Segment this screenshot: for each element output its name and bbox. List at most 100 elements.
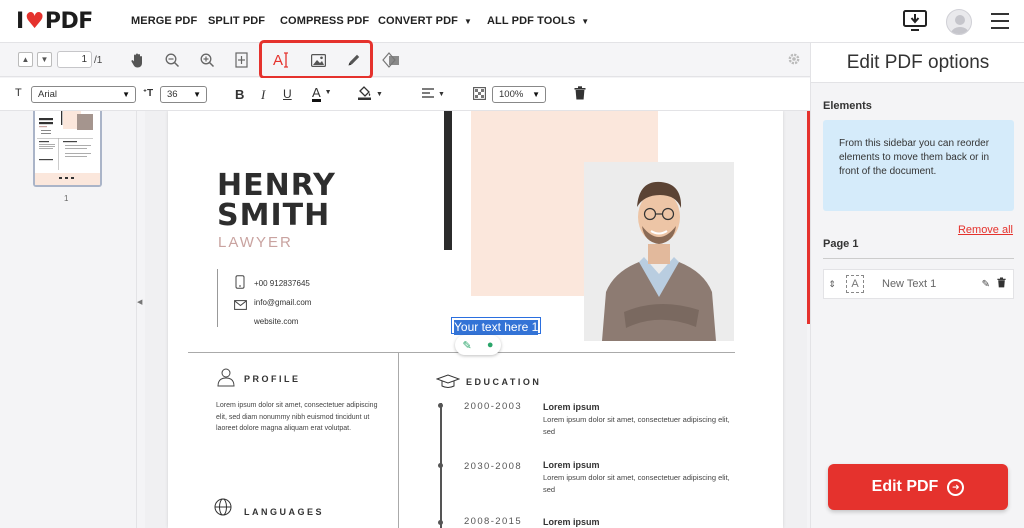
- chevron-down-icon: ▼: [532, 90, 540, 99]
- education-heading-item: Lorem ipsum: [543, 517, 600, 527]
- graduation-cap-icon: [435, 374, 461, 390]
- page-down-icon[interactable]: ▼: [37, 52, 52, 67]
- profile-person-icon: [216, 367, 236, 387]
- zoom-out-icon[interactable]: [164, 52, 180, 68]
- text-box-actions: ✎ ●: [455, 335, 501, 355]
- edit-pdf-button[interactable]: Edit PDF ➜: [828, 464, 1008, 510]
- chevron-down-icon: ▼: [324, 89, 332, 96]
- timeline-dot: [438, 520, 443, 525]
- sidebar-title: Edit PDF options: [811, 43, 1024, 83]
- globe-icon: [214, 498, 232, 516]
- hamburger-menu-icon[interactable]: [991, 13, 1009, 29]
- chevron-down-icon: ▼: [581, 17, 590, 26]
- logo-letter: I: [16, 9, 24, 34]
- resume-name: HENRY SMITH: [217, 171, 336, 231]
- page-thumbnails-panel: 1: [0, 111, 137, 528]
- timeline-dot: [438, 463, 443, 468]
- education-years: 2008-2015: [464, 516, 523, 527]
- opacity-icon: [473, 87, 486, 103]
- editor-toolbar: ▲ ▼ 1 /1 A: [0, 43, 810, 77]
- elements-label: Elements: [823, 100, 872, 112]
- dark-accent-bar: [444, 111, 452, 250]
- languages-heading: LANGUAGES: [244, 507, 325, 517]
- last-name: SMITH: [217, 198, 331, 233]
- align-left-icon: [422, 88, 434, 98]
- edit-text-icon[interactable]: ✎: [463, 339, 472, 352]
- page-total: /1: [94, 55, 103, 66]
- edit-element-icon[interactable]: ✎: [982, 279, 990, 290]
- user-avatar-icon[interactable]: [946, 9, 972, 35]
- shapes-icon[interactable]: [382, 51, 400, 69]
- text-format-toolbar: T Arial ▼ ᐩT 36 ▼ B I U A ▼ ▼ ▼ 100% ▼: [0, 78, 810, 111]
- insert-tools-highlight: [259, 40, 373, 79]
- email-icon: [234, 297, 247, 310]
- desktop-download-icon[interactable]: [902, 10, 928, 32]
- bold-button[interactable]: B: [235, 87, 244, 102]
- contact-website: website.com: [254, 317, 299, 326]
- font-size-icon: ᐩT: [143, 88, 154, 99]
- font-family-icon: T: [15, 87, 22, 99]
- collapse-panel-icon[interactable]: ◀: [137, 298, 142, 306]
- fill-color-button[interactable]: ▼: [358, 85, 383, 103]
- education-heading-item: Lorem ipsum: [543, 460, 600, 470]
- nav-compress-pdf[interactable]: COMPRESS PDF: [280, 15, 369, 27]
- page-number-input[interactable]: 1: [57, 51, 92, 68]
- profile-heading: PROFILE: [244, 374, 301, 384]
- education-heading: EDUCATION: [466, 377, 542, 387]
- document-canvas: HENRY SMITH LAWYER +00 912837645 info@gm…: [145, 111, 807, 528]
- delete-element-icon[interactable]: [997, 277, 1006, 291]
- vertical-divider: [398, 352, 399, 528]
- nav-all-pdf-tools[interactable]: ALL PDF TOOLS ▼: [487, 15, 589, 27]
- heart-icon: ♥: [24, 9, 45, 34]
- inserted-text[interactable]: Your text here 1: [454, 320, 539, 335]
- chevron-down-icon: ▼: [438, 91, 445, 98]
- page-label: Page 1: [823, 238, 859, 250]
- opacity-select[interactable]: 100% ▼: [492, 86, 546, 103]
- style-text-icon[interactable]: ●: [487, 339, 494, 351]
- font-size-select[interactable]: 36 ▼: [160, 86, 207, 103]
- profile-text: Lorem ipsum dolor sit amet, consectetuer…: [216, 402, 378, 432]
- pdf-page[interactable]: HENRY SMITH LAWYER +00 912837645 info@gm…: [168, 111, 783, 528]
- education-description: Lorem ipsum dolor sit amet, consectetuer…: [543, 415, 730, 436]
- page-up-icon[interactable]: ▲: [18, 52, 33, 67]
- zoom-in-icon[interactable]: [199, 52, 215, 68]
- education-description: Lorem ipsum dolor sit amet, consectetuer…: [543, 473, 730, 494]
- nav-split-pdf[interactable]: SPLIT PDF: [208, 15, 265, 27]
- resume-role: LAWYER: [218, 234, 293, 251]
- inserted-text-box[interactable]: Your text here 1: [451, 317, 542, 335]
- text-color-button[interactable]: A ▼: [312, 85, 332, 102]
- delete-trash-icon[interactable]: [574, 86, 586, 103]
- italic-button[interactable]: I: [261, 87, 265, 103]
- hand-icon[interactable]: [129, 52, 145, 68]
- education-years: 2030-2008: [464, 461, 523, 472]
- text-element-icon: A: [846, 275, 864, 293]
- settings-icon[interactable]: [787, 52, 801, 66]
- drag-handle-icon[interactable]: ⇕: [824, 279, 840, 290]
- logo-word: PDF: [44, 9, 93, 34]
- thumbnail-page-number: 1: [64, 194, 69, 203]
- edit-options-sidebar: Edit PDF options Elements From this side…: [810, 43, 1024, 528]
- top-navigation: I ♥ PDF MERGE PDF SPLIT PDF COMPRESS PDF…: [0, 0, 1024, 43]
- contact-phone: +00 912837645: [254, 279, 310, 288]
- arrow-right-circle-icon: ➜: [947, 478, 965, 496]
- chevron-down-icon: ▼: [376, 91, 383, 98]
- align-button[interactable]: ▼: [421, 87, 445, 102]
- font-family-select[interactable]: Arial ▼: [31, 86, 136, 103]
- profile-photo: [584, 162, 734, 341]
- sidebar-info-box: From this sidebar you can reorder elemen…: [823, 120, 1014, 211]
- education-heading-item: Lorem ipsum: [543, 402, 600, 412]
- chevron-down-icon: ▼: [193, 90, 201, 99]
- sidebar-divider: [823, 258, 1014, 259]
- underline-button[interactable]: U: [283, 87, 292, 101]
- fit-page-icon[interactable]: [235, 52, 248, 68]
- contact-divider: [217, 269, 218, 327]
- ilovepdf-logo[interactable]: I ♥ PDF: [16, 9, 93, 34]
- nav-merge-pdf[interactable]: MERGE PDF: [131, 15, 197, 27]
- element-list-item[interactable]: ⇕ A New Text 1 ✎: [823, 269, 1014, 299]
- page-thumbnail[interactable]: [33, 111, 102, 187]
- contact-email: info@gmail.com: [254, 298, 312, 307]
- remove-all-link[interactable]: Remove all: [958, 224, 1013, 236]
- nav-convert-pdf[interactable]: CONVERT PDF ▼: [378, 15, 472, 27]
- education-years: 2000-2003: [464, 401, 523, 412]
- chevron-down-icon: ▼: [122, 90, 130, 99]
